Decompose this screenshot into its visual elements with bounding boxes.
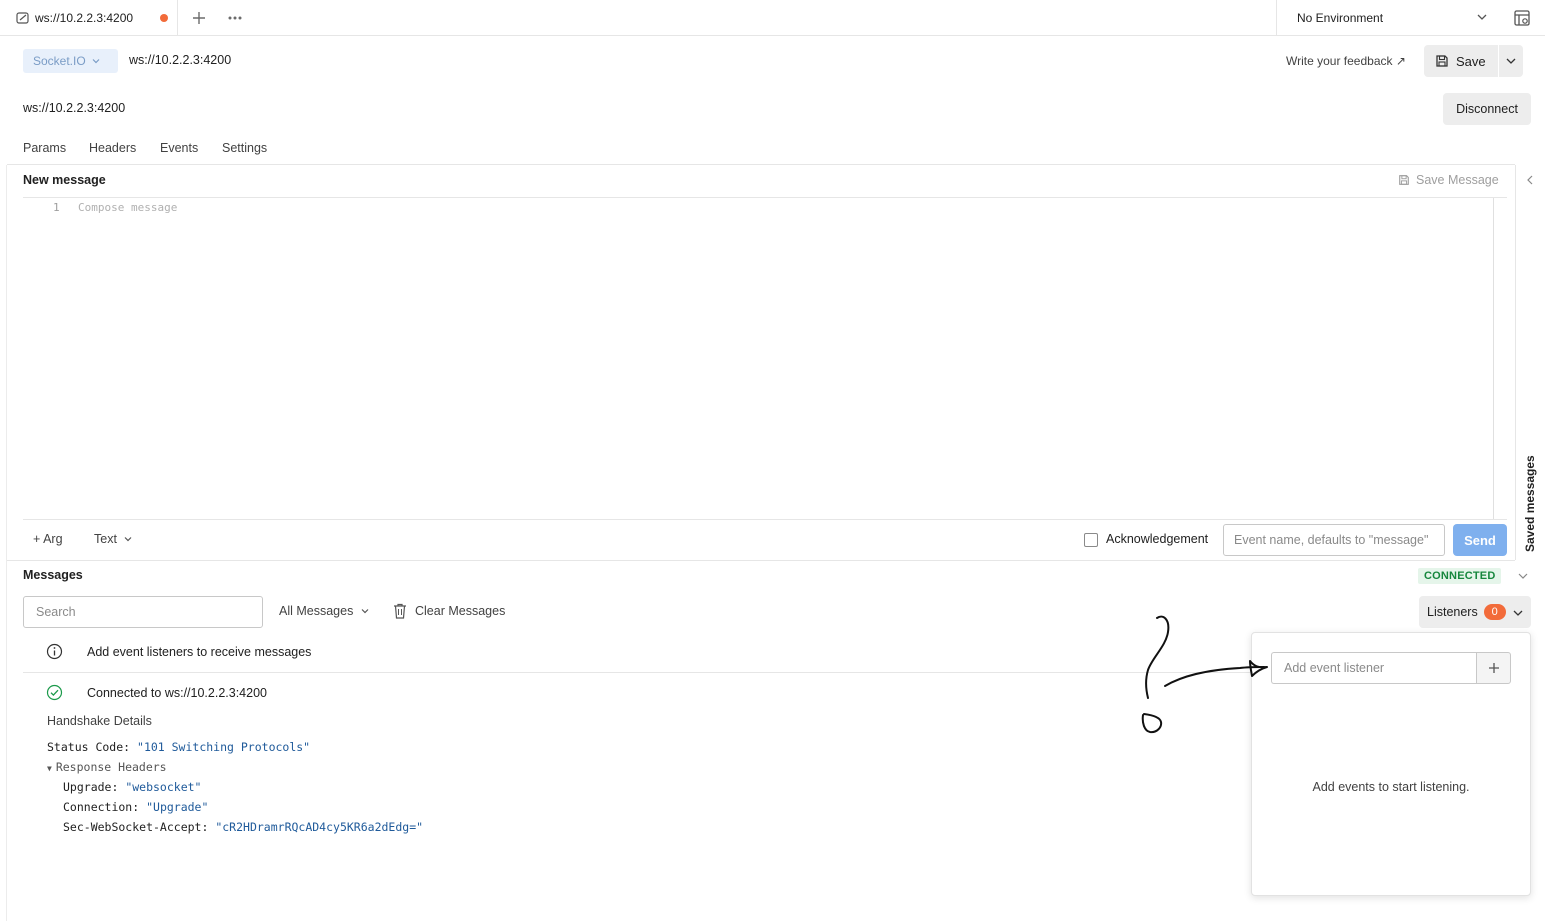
format-selector[interactable]: Text xyxy=(94,532,133,546)
chevron-down-icon[interactable] xyxy=(1517,570,1529,582)
more-icon xyxy=(228,16,242,20)
disconnect-button[interactable]: Disconnect xyxy=(1443,93,1531,125)
chevron-down-icon xyxy=(1513,610,1523,616)
tab-title: ws://10.2.2.3:4200 xyxy=(35,11,134,25)
header-key: Connection: xyxy=(63,800,147,814)
message-editor[interactable]: Compose message xyxy=(78,201,177,214)
save-message-label: Save Message xyxy=(1416,173,1499,187)
chevron-down-icon xyxy=(361,609,369,614)
divider xyxy=(23,672,1250,673)
connected-message[interactable]: Connected to ws://10.2.2.3:4200 xyxy=(87,686,267,700)
listeners-button[interactable]: Listeners 0 xyxy=(1419,596,1531,628)
chevron-down-icon xyxy=(92,59,100,64)
acknowledgement-label: Acknowledgement xyxy=(1106,532,1209,546)
protocol-label: Socket.IO xyxy=(33,54,86,68)
header-key: Sec-WebSocket-Accept: xyxy=(63,820,216,834)
header-value: "websocket" xyxy=(125,780,202,794)
divider xyxy=(7,560,1515,561)
divider xyxy=(23,519,1507,520)
request-tab[interactable]: ws://10.2.2.3:4200 xyxy=(0,0,178,36)
tab-params[interactable]: Params xyxy=(23,141,66,155)
chevron-down-icon xyxy=(1506,58,1516,64)
info-icon xyxy=(46,643,63,660)
listeners-count-badge: 0 xyxy=(1483,604,1506,620)
tab-headers[interactable]: Headers xyxy=(89,141,136,155)
chevron-down-icon xyxy=(124,537,132,542)
header-value: "Upgrade" xyxy=(146,800,209,814)
divider xyxy=(7,164,1515,165)
divider xyxy=(23,197,1507,198)
feedback-link[interactable]: Write your feedback ↗ xyxy=(1286,54,1406,68)
new-tab-button[interactable] xyxy=(188,7,210,29)
status-code-value: "101 Switching Protocols" xyxy=(137,740,311,754)
save-icon xyxy=(1436,55,1448,67)
tab-events[interactable]: Events xyxy=(160,141,198,155)
saved-messages-label: Saved messages xyxy=(1523,455,1537,552)
protocol-selector[interactable]: Socket.IO xyxy=(23,49,118,73)
header-row: Sec-WebSocket-Accept: "cR2HDramrRQcAD4cy… xyxy=(63,820,423,834)
trash-icon xyxy=(394,603,406,619)
response-headers-toggle[interactable]: ▼ Response Headers xyxy=(47,760,167,774)
status-badge: CONNECTED xyxy=(1418,568,1502,584)
handshake-title: Handshake Details xyxy=(47,714,152,728)
clear-messages-label: Clear Messages xyxy=(415,604,506,618)
tab-settings[interactable]: Settings xyxy=(222,141,267,155)
save-options-button[interactable] xyxy=(1499,45,1523,77)
add-event-listener-input[interactable] xyxy=(1271,652,1477,684)
listeners-label: Listeners xyxy=(1427,605,1478,619)
chevron-left-icon[interactable] xyxy=(1524,174,1536,186)
send-button[interactable]: Send xyxy=(1453,524,1507,556)
event-name-input[interactable] xyxy=(1223,524,1445,556)
new-message-title: New message xyxy=(23,173,106,187)
editor-scrollbar[interactable] xyxy=(1493,198,1494,519)
status-code-key: Status Code: xyxy=(47,740,138,754)
save-icon xyxy=(1399,175,1409,185)
save-message-button[interactable]: Save Message xyxy=(1398,173,1499,187)
info-message: Add event listeners to receive messages xyxy=(87,645,312,659)
save-label: Save xyxy=(1456,53,1486,69)
divider xyxy=(1515,165,1516,560)
hand-drawn-annotation xyxy=(1141,615,1268,734)
more-tabs-button[interactable] xyxy=(224,7,246,29)
message-filter-dropdown[interactable]: All Messages xyxy=(279,604,370,618)
listeners-empty-state: Add events to start listening. xyxy=(1312,780,1470,794)
header-value: "cR2HDramrRQcAD4cy5KR6a2dEdg=" xyxy=(215,820,424,834)
header-row: Upgrade: "websocket" xyxy=(63,780,201,794)
line-number: 1 xyxy=(53,201,60,214)
unsaved-dot xyxy=(160,14,168,22)
search-input[interactable] xyxy=(23,596,263,628)
add-listener-button[interactable] xyxy=(1476,652,1511,684)
chevron-down-icon xyxy=(1477,14,1487,20)
filter-label: All Messages xyxy=(279,604,354,618)
divider xyxy=(6,165,7,921)
header-key: Upgrade: xyxy=(63,780,126,794)
plus-icon xyxy=(193,12,205,24)
environment-quicklook-icon[interactable] xyxy=(1512,8,1532,28)
request-url[interactable]: ws://10.2.2.3:4200 xyxy=(129,53,231,67)
clear-messages-button[interactable]: Clear Messages xyxy=(393,603,505,619)
messages-title: Messages xyxy=(23,568,83,582)
caret-down-icon: ▼ xyxy=(47,764,52,773)
plus-icon xyxy=(1488,663,1499,673)
add-arg-button[interactable]: + Arg xyxy=(33,532,63,546)
saved-messages-toggle[interactable]: Saved messages xyxy=(1520,452,1540,552)
acknowledgement-checkbox[interactable] xyxy=(1084,533,1098,547)
connection-url: ws://10.2.2.3:4200 xyxy=(23,101,126,115)
status-code-row: Status Code: "101 Switching Protocols" xyxy=(47,740,310,754)
format-label: Text xyxy=(94,532,117,546)
check-circle-icon xyxy=(46,684,63,701)
response-headers-label: Response Headers xyxy=(55,760,167,774)
environment-label: No Environment xyxy=(1297,11,1384,25)
socketio-icon xyxy=(16,12,29,24)
header-row: Connection: "Upgrade" xyxy=(63,800,208,814)
save-button[interactable]: Save xyxy=(1424,45,1498,77)
environment-selector[interactable]: No Environment xyxy=(1276,0,1502,36)
